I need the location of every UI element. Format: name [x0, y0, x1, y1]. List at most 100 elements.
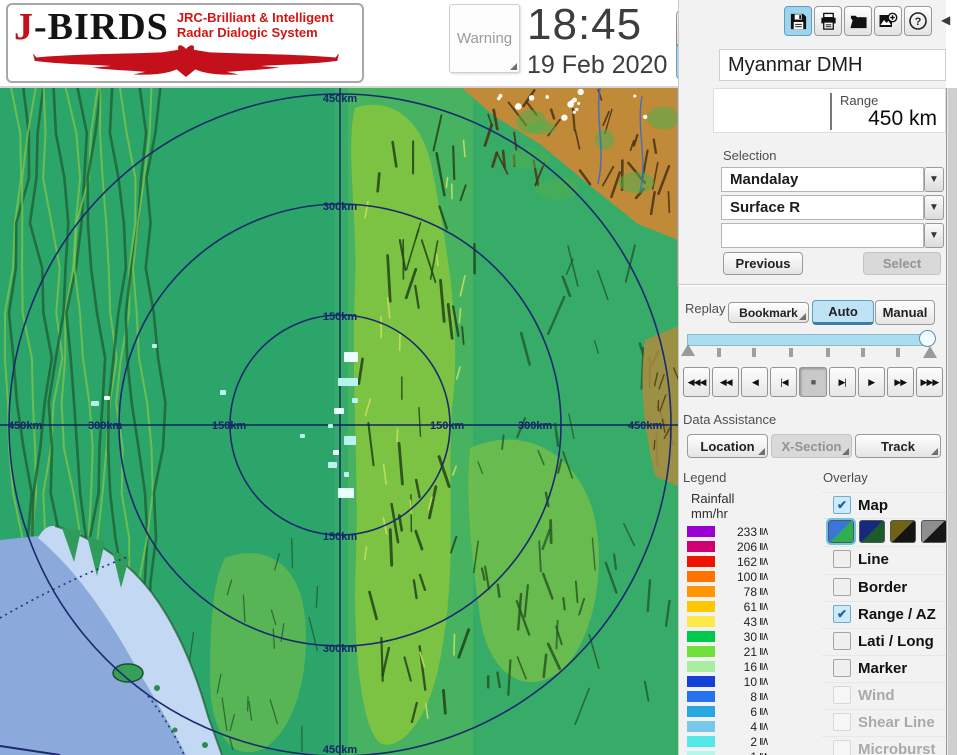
overlay-row-marker: Marker: [823, 655, 947, 680]
less-equal-icon: ≦: [758, 706, 771, 717]
range-ring-label: 300km: [518, 420, 552, 432]
range-ring-label: 300km: [323, 201, 357, 213]
manual-button[interactable]: Manual: [875, 300, 935, 325]
corner-mark-icon: [758, 448, 765, 455]
map-checkbox[interactable]: ✔: [833, 496, 851, 514]
legend-value: 21: [743, 644, 757, 659]
overlay-list: ✔ Map Line Border ✔ Range / AZ Lati / Long Mark…: [823, 488, 947, 755]
product-dropdown[interactable]: Surface R: [721, 195, 924, 220]
legend-value: 78: [743, 584, 757, 599]
warning-button[interactable]: Warning: [449, 4, 520, 73]
line-checkbox[interactable]: [833, 550, 851, 568]
map-style-olive-black-button[interactable]: [890, 519, 916, 543]
legend-row: 30 ≦: [687, 629, 797, 644]
range-az-checkbox[interactable]: ✔: [833, 605, 851, 623]
less-equal-icon: ≦: [758, 661, 771, 672]
print-icon: [820, 12, 836, 30]
previous-button[interactable]: Previous: [723, 252, 803, 275]
radar-map[interactable]: 450km 300km 150km 150km 300km 450km 450km 300km…: [0, 77, 682, 755]
playback-step-back-button[interactable]: |◀: [770, 367, 798, 397]
map-style-gray-black-button[interactable]: [921, 519, 947, 543]
less-equal-icon: ≦: [758, 526, 771, 537]
range-ring-label: 150km: [212, 420, 246, 432]
shear-line-checkbox: [833, 713, 851, 731]
playback-fast-forward-button[interactable]: ▶▶: [886, 367, 914, 397]
legend-color-swatch: [687, 691, 715, 702]
product-dropdown-arrow-icon[interactable]: ▼: [924, 195, 944, 220]
slider-tick: [896, 348, 900, 357]
playback-jump-start-button[interactable]: ◀◀◀: [683, 367, 711, 397]
less-equal-icon: ≦: [758, 586, 771, 597]
separator: [679, 284, 947, 286]
lati-long-checkbox[interactable]: [833, 632, 851, 650]
playback-fast-rewind-button[interactable]: ◀◀: [712, 367, 740, 397]
slider-start-marker-icon: [681, 344, 695, 356]
legend-row: 43 ≦: [687, 614, 797, 629]
extra-dropdown-arrow-icon[interactable]: ▼: [924, 223, 944, 248]
playback-rewind-button[interactable]: ◀: [741, 367, 769, 397]
save-button[interactable]: [784, 6, 812, 36]
site-dropdown[interactable]: Mandalay: [721, 167, 924, 192]
legend-value: 61: [743, 599, 757, 614]
legend-value: 100: [736, 569, 757, 584]
jbirds-logo: J-BIRDS JRC-Brilliant & Intelligent Rada…: [6, 3, 364, 83]
panel-scrollbar[interactable]: [946, 88, 957, 755]
rain-echo: [344, 436, 356, 445]
shear-line-label: Shear Line: [858, 713, 935, 731]
rain-echo: [334, 408, 344, 414]
legend-color-swatch: [687, 721, 715, 732]
less-equal-icon: ≦: [758, 646, 771, 657]
print-button[interactable]: [814, 6, 842, 36]
map-style-row: [823, 517, 947, 545]
border-checkbox[interactable]: [833, 578, 851, 596]
legend-value: 2: [750, 734, 757, 749]
panel-collapse-icon[interactable]: ◀: [941, 13, 950, 27]
range-ring-label: 150km: [323, 311, 357, 323]
map-style-blue-green-button[interactable]: [826, 517, 856, 545]
map-style-navy-darkgreen-button[interactable]: [859, 519, 885, 543]
marker-checkbox[interactable]: [833, 659, 851, 677]
playback-stop-button[interactable]: ■: [799, 367, 827, 397]
legend-row: 206 ≦: [687, 539, 797, 554]
rain-echo: [300, 434, 305, 438]
legend-value: 8: [750, 689, 757, 704]
legend-row: 1≦: [687, 749, 797, 755]
legend-color-swatch: [687, 661, 715, 672]
replay-slider-thumb[interactable]: [919, 330, 936, 347]
open-folder-button[interactable]: [844, 6, 872, 36]
location-button[interactable]: Location: [687, 434, 768, 458]
help-button[interactable]: ?: [904, 6, 932, 36]
overlay-row-microburst: Microburst: [823, 736, 947, 755]
range-label: Range: [840, 93, 879, 108]
site-dropdown-arrow-icon[interactable]: ▼: [924, 167, 944, 192]
wind-label: Wind: [858, 686, 895, 704]
playback-play-button[interactable]: ▶: [857, 367, 885, 397]
open-folder-icon: [849, 15, 867, 28]
legend-color-swatch: [687, 646, 715, 657]
save-icon: [790, 13, 806, 29]
wind-checkbox: [833, 686, 851, 704]
add-image-button[interactable]: [874, 6, 902, 36]
track-button[interactable]: Track: [855, 434, 941, 458]
legend-value: 6: [750, 704, 757, 719]
slider-tick: [861, 348, 865, 357]
legend-value: 16: [743, 659, 757, 674]
extra-dropdown[interactable]: [721, 223, 924, 248]
legend-row: 16 ≦: [687, 659, 797, 674]
range-ring-label: 450km: [323, 93, 357, 105]
jbirds-window: 450km 300km 150km 150km 300km 450km 450km 300km…: [0, 0, 960, 755]
rain-echo: [152, 344, 157, 348]
bookmark-button[interactable]: Bookmark: [728, 302, 809, 323]
legend-color-swatch: [687, 526, 715, 537]
legend-value: 30: [743, 629, 757, 644]
warning-label: Warning: [456, 30, 513, 47]
auto-button[interactable]: Auto: [812, 300, 874, 325]
range-ring-label: 150km: [323, 531, 357, 543]
range-ring-label: 150km: [430, 420, 464, 432]
playback-step-forward-button[interactable]: ▶|: [828, 367, 856, 397]
help-icon: ?: [909, 12, 927, 30]
legend-color-swatch: [687, 736, 715, 747]
replay-slider-track[interactable]: [687, 334, 929, 346]
legend-value: 162: [736, 554, 757, 569]
playback-jump-end-button[interactable]: ▶▶▶: [915, 367, 943, 397]
